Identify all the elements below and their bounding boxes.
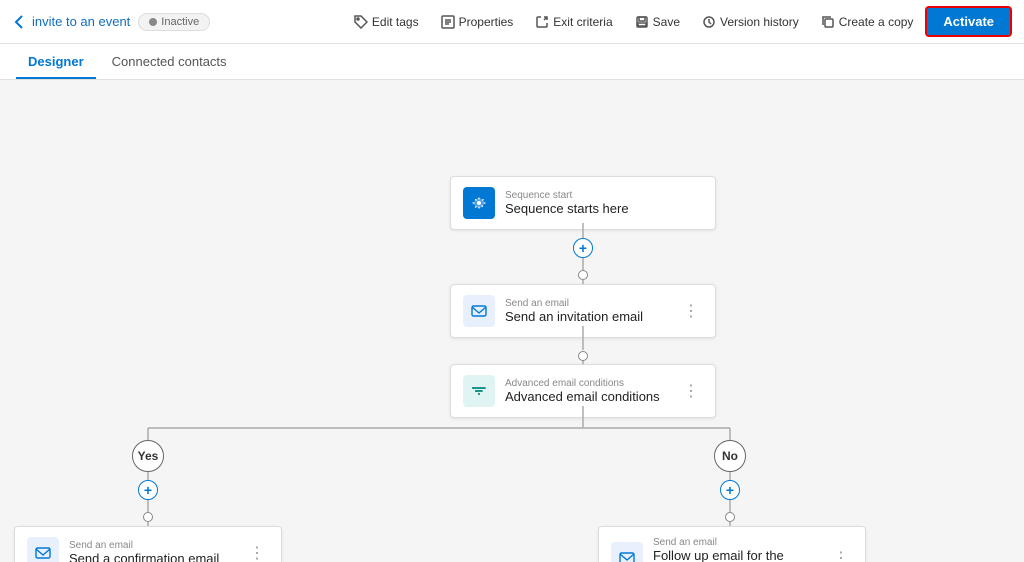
branch-no-label: No [714,440,746,472]
send-email-yes-node: Send an email Send a confirmation email … [14,526,282,562]
send-email-1-icon [463,295,495,327]
status-label: Inactive [161,16,199,28]
send-email-1-label: Send an email [505,298,669,309]
history-icon [702,15,716,29]
sequence-start-title: Sequence starts here [505,201,703,216]
send-email-no-menu[interactable]: ⋮ [829,548,853,562]
advanced-conditions-node: Advanced email conditions Advanced email… [450,364,716,418]
save-icon [635,15,649,29]
activate-button[interactable]: Activate [925,6,1012,37]
tab-designer[interactable]: Designer [16,46,96,79]
sequence-start-node: Sequence start Sequence starts here [450,176,716,230]
connector-dot-1 [578,270,588,280]
advanced-conditions-title: Advanced email conditions [505,389,669,404]
send-email-1-title: Send an invitation email [505,309,669,324]
back-icon [12,14,28,30]
branch-yes-text: Yes [138,449,159,463]
header-actions: Edit tags Properties Exit criteria Save [344,6,1012,37]
branch-no-text: No [722,449,738,463]
add-step-button-no[interactable]: + [720,480,740,500]
send-email-no-icon [611,542,643,562]
sequence-start-icon [463,187,495,219]
advanced-conditions-icon [463,375,495,407]
status-dot [149,18,157,26]
send-email-yes-title: Send a confirmation email [69,551,235,562]
version-history-label: Version history [720,15,799,29]
properties-button[interactable]: Properties [431,10,524,34]
connector-dot-no [725,512,735,522]
exit-criteria-label: Exit criteria [553,15,612,29]
copy-icon [821,15,835,29]
send-email-1-node: Send an email Send an invitation email ⋮ [450,284,716,338]
exit-criteria-icon [535,15,549,29]
send-email-yes-menu[interactable]: ⋮ [245,543,269,562]
create-copy-button[interactable]: Create a copy [811,10,924,34]
header-title: invite to an event [32,14,130,29]
send-email-no-title: Follow up email for the event [653,548,819,562]
add-step-button-yes[interactable]: + [138,480,158,500]
header: invite to an event Inactive Edit tags Pr… [0,0,1024,44]
send-email-no-label: Send an email [653,537,819,548]
status-badge: Inactive [138,13,210,31]
properties-label: Properties [459,15,514,29]
advanced-conditions-menu[interactable]: ⋮ [679,381,703,401]
tabs: Designer Connected contacts [0,44,1024,80]
exit-criteria-button[interactable]: Exit criteria [525,10,622,34]
add-step-button-1[interactable]: + [573,238,593,258]
properties-icon [441,15,455,29]
save-button[interactable]: Save [625,10,690,34]
tab-connected-contacts[interactable]: Connected contacts [100,46,239,79]
create-copy-label: Create a copy [839,15,914,29]
tab-connected-contacts-label: Connected contacts [112,54,227,69]
edit-tags-button[interactable]: Edit tags [344,10,429,34]
edit-tags-label: Edit tags [372,15,419,29]
back-button[interactable]: invite to an event [12,14,130,30]
connector-dot-2 [578,351,588,361]
advanced-conditions-label: Advanced email conditions [505,378,669,389]
branch-yes-label: Yes [132,440,164,472]
tab-designer-label: Designer [28,54,84,69]
send-email-yes-icon [27,537,59,562]
canvas: Sequence start Sequence starts here + Se… [0,80,1024,562]
version-history-button[interactable]: Version history [692,10,809,34]
save-label: Save [653,15,680,29]
send-email-no-node: Send an email Follow up email for the ev… [598,526,866,562]
activate-label: Activate [943,14,994,29]
sequence-start-label: Sequence start [505,190,703,201]
send-email-yes-label: Send an email [69,540,235,551]
connector-dot-yes [143,512,153,522]
send-email-1-menu[interactable]: ⋮ [679,301,703,321]
tag-icon [354,15,368,29]
